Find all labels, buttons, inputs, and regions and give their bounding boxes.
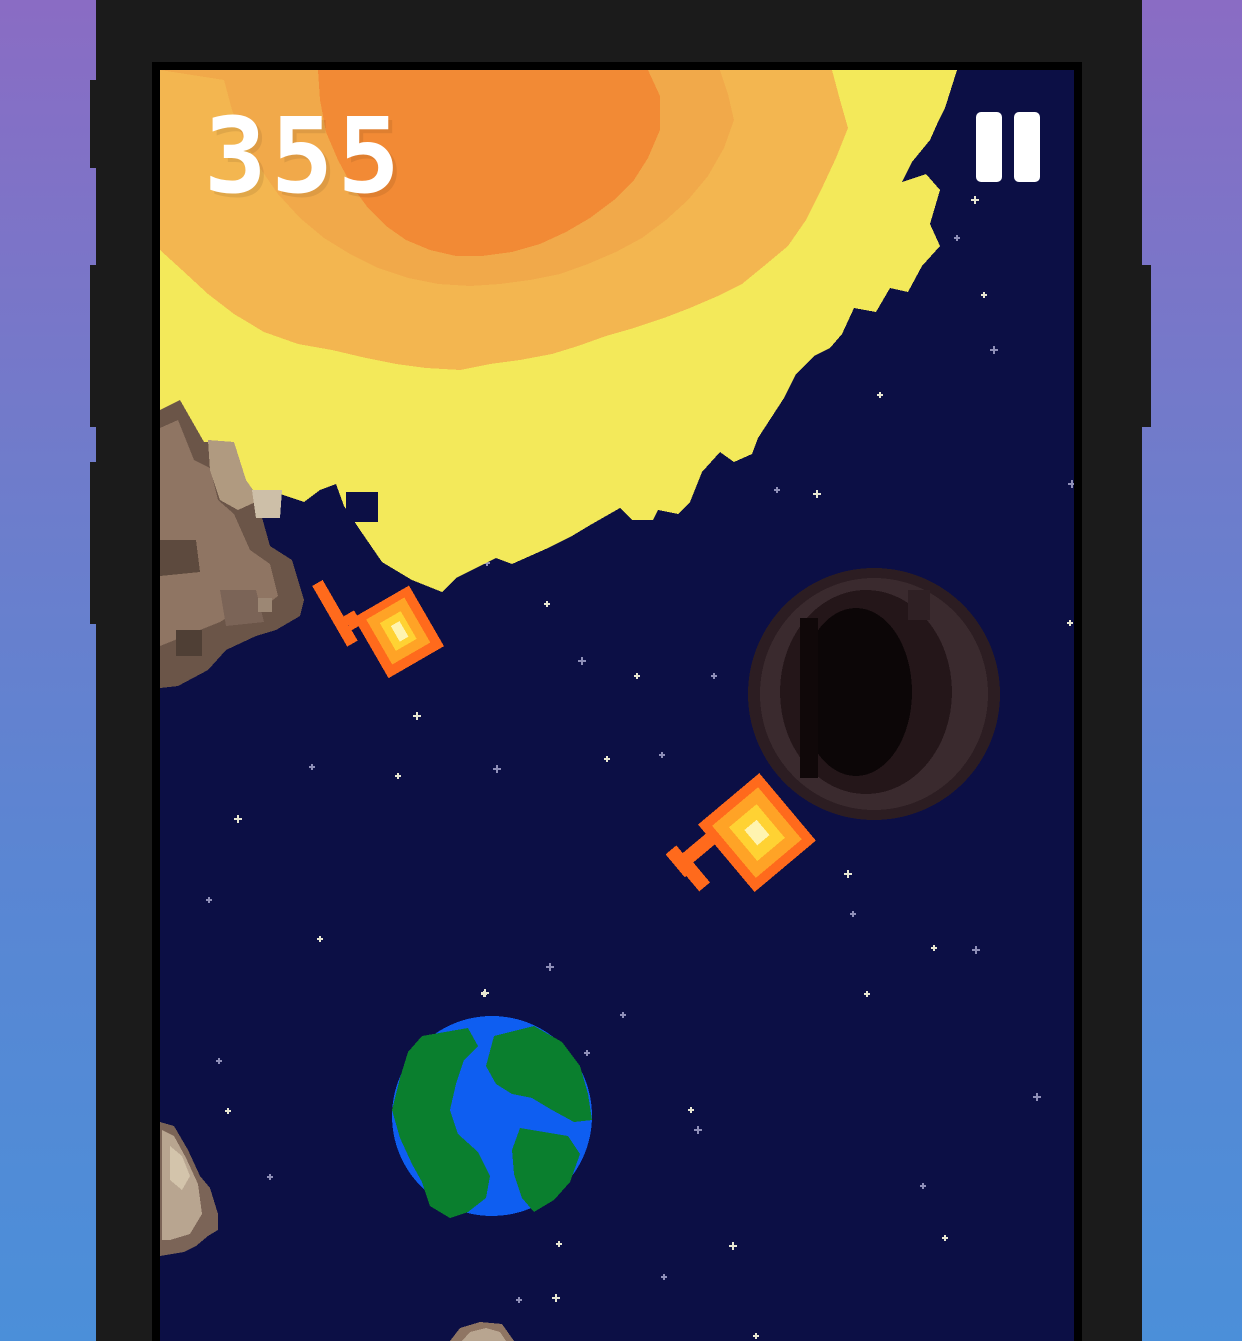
star (864, 991, 870, 997)
phone-side-button (90, 80, 98, 168)
star (971, 196, 979, 204)
star (267, 1174, 273, 1180)
star (844, 870, 852, 878)
star (931, 945, 937, 951)
black-hole-icon (748, 568, 1000, 820)
pause-button[interactable] (970, 108, 1044, 188)
score-counter: 355 (204, 95, 404, 217)
star (774, 487, 780, 493)
star (556, 1241, 562, 1247)
star (604, 756, 610, 762)
phone-side-button (90, 462, 98, 624)
star (659, 752, 665, 758)
star (1068, 480, 1074, 488)
star (546, 963, 554, 971)
asteroid-icon (450, 1322, 514, 1341)
star (395, 773, 401, 779)
star (729, 1242, 737, 1250)
phone-side-button (1142, 265, 1151, 427)
star (972, 946, 980, 954)
star (493, 765, 501, 773)
star (234, 815, 242, 823)
star (694, 1126, 702, 1134)
star (942, 1235, 948, 1241)
star (620, 1012, 626, 1018)
star (413, 712, 421, 720)
star (544, 601, 550, 607)
star (850, 911, 856, 917)
star (584, 1050, 590, 1056)
star (552, 1294, 560, 1302)
phone-side-button (90, 265, 98, 427)
star (661, 1274, 667, 1280)
star (516, 1297, 522, 1303)
star (920, 1183, 926, 1189)
star (813, 490, 821, 498)
star (216, 1058, 222, 1064)
star (225, 1108, 231, 1114)
star (711, 673, 717, 679)
star (981, 292, 987, 298)
star (1067, 620, 1073, 626)
star (578, 657, 586, 665)
game-canvas[interactable] (160, 70, 1074, 1341)
game-screen[interactable]: 355 (160, 70, 1074, 1341)
star (990, 346, 998, 354)
fireball-icon (665, 773, 816, 892)
star (877, 392, 883, 398)
star (481, 989, 489, 997)
star (954, 235, 960, 241)
star (1033, 1093, 1041, 1101)
star (309, 764, 315, 770)
star (317, 936, 323, 942)
star (206, 897, 212, 903)
star (688, 1107, 694, 1113)
earth-icon (392, 1016, 592, 1218)
asteroid-icon (160, 1122, 218, 1256)
star (753, 1333, 759, 1339)
star (634, 673, 640, 679)
